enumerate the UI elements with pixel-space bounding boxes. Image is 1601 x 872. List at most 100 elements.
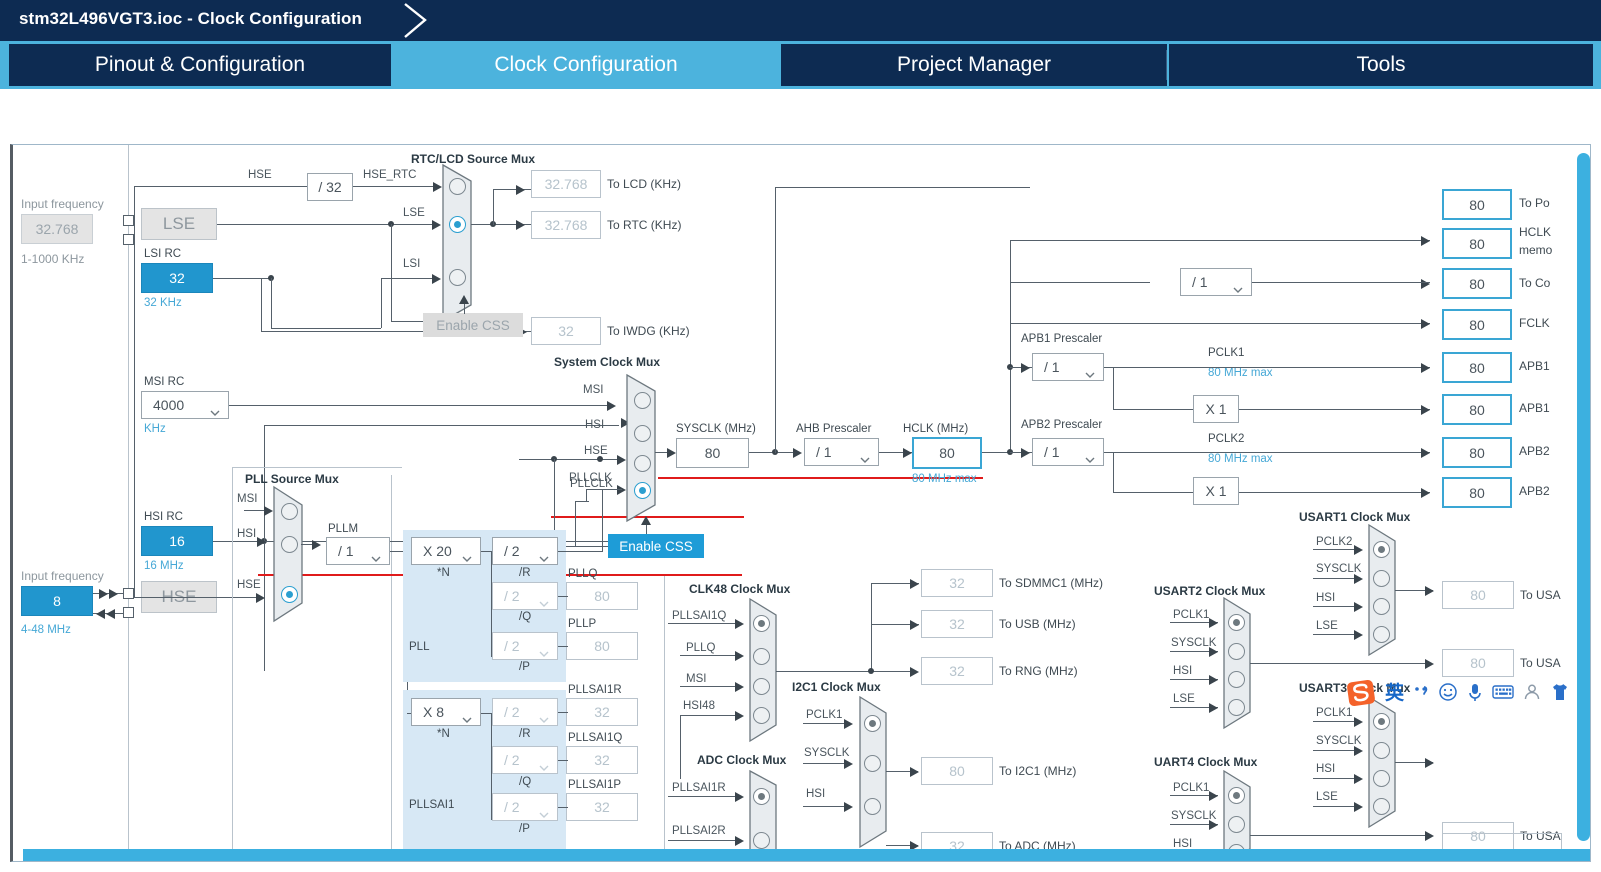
i2c1-option-hsi[interactable] bbox=[864, 798, 881, 815]
hse-input-frequency-field[interactable]: 8 bbox=[21, 586, 93, 616]
ahb-prescaler-select[interactable]: / 1 bbox=[804, 438, 879, 466]
usart3-option-sysclk[interactable] bbox=[1373, 742, 1390, 759]
horizontal-scrollbar-thumb[interactable] bbox=[23, 849, 1583, 861]
pllmux-option-msi[interactable] bbox=[281, 503, 298, 520]
arrow bbox=[1354, 716, 1363, 727]
pllm-select[interactable]: / 1 bbox=[326, 537, 390, 565]
sysmux-option-msi[interactable] bbox=[634, 392, 651, 409]
apb2-prescaler-select[interactable]: / 1 bbox=[1032, 438, 1104, 466]
sogou-logo-icon[interactable] bbox=[1345, 678, 1377, 708]
usart2-option-sysclk[interactable] bbox=[1228, 643, 1245, 660]
sysclk-field[interactable]: 80 bbox=[676, 438, 749, 468]
adc-option-pllsai1r[interactable] bbox=[753, 788, 770, 805]
pllsai1-q-select[interactable]: / 2 bbox=[492, 746, 558, 774]
smiley-icon[interactable] bbox=[1438, 682, 1458, 705]
i2c1-in-pclk1: PCLK1 bbox=[806, 709, 843, 721]
sysmux-in-msi: MSI bbox=[583, 384, 604, 396]
canvas-divider bbox=[664, 575, 665, 857]
pllsai1-n-select[interactable]: X 8 bbox=[411, 698, 481, 726]
microphone-icon[interactable] bbox=[1466, 682, 1484, 705]
tab-project-manager[interactable]: Project Manager bbox=[781, 44, 1167, 86]
ime-mode-indicator[interactable]: 英 bbox=[1385, 684, 1404, 703]
arrow bbox=[1425, 830, 1434, 841]
usart3-option-pclk1[interactable] bbox=[1373, 713, 1390, 730]
pll-n-value: X 20 bbox=[423, 543, 452, 559]
arrow bbox=[617, 454, 626, 465]
cortex-systick-divider[interactable]: / 1 bbox=[1180, 268, 1252, 296]
clk48-option-pllsai1q[interactable] bbox=[753, 615, 770, 632]
tab-pinout-configuration[interactable]: Pinout & Configuration bbox=[9, 44, 391, 86]
clk48-option-msi[interactable] bbox=[753, 678, 770, 695]
pll-q-select[interactable]: / 2 bbox=[492, 582, 558, 610]
i2c1-mux-title: I2C1 Clock Mux bbox=[792, 680, 881, 694]
usart2-option-lse[interactable] bbox=[1228, 699, 1245, 716]
sysmux-in-hsi: HSI bbox=[585, 419, 605, 431]
hclk-field[interactable]: 80 bbox=[912, 437, 982, 469]
rtc-lcd-mux-option-lse[interactable] bbox=[449, 216, 466, 233]
msi-rc-select[interactable]: 4000 bbox=[141, 391, 229, 419]
usart1-option-sysclk[interactable] bbox=[1373, 570, 1390, 587]
clock-tree-canvas[interactable]: Input frequency 32.768 1-1000 KHz LSE LS… bbox=[10, 144, 1591, 862]
pll-p-select[interactable]: / 2 bbox=[492, 632, 558, 660]
lsi-rc-field[interactable]: 32 bbox=[141, 263, 213, 293]
sogou-ime-toolbar[interactable]: 英 bbox=[1345, 676, 1601, 710]
lse-input-frequency-field[interactable]: 32.768 bbox=[21, 214, 93, 244]
hsi-rc-field[interactable]: 16 bbox=[141, 526, 213, 556]
adc-option-pllsai2r[interactable] bbox=[753, 832, 770, 849]
uart4-option-sysclk[interactable] bbox=[1228, 816, 1245, 833]
rtc-enable-css-button[interactable]: Enable CSS bbox=[423, 313, 523, 337]
pll-n-select[interactable]: X 20 bbox=[411, 537, 481, 565]
clk48-option-hsi48[interactable] bbox=[753, 707, 770, 724]
lsi-rc-unit: 32 KHz bbox=[144, 297, 182, 309]
vertical-scrollbar[interactable] bbox=[1577, 153, 1590, 841]
sysmux-option-hsi[interactable] bbox=[634, 425, 651, 442]
usart1-option-hsi[interactable] bbox=[1373, 598, 1390, 615]
wire bbox=[93, 593, 123, 595]
usart2-option-pclk1[interactable] bbox=[1228, 614, 1245, 631]
pllsai1p-out-label: PLLSAI1P bbox=[568, 779, 622, 791]
punctuation-icon[interactable] bbox=[1412, 683, 1430, 704]
wire bbox=[1113, 492, 1193, 494]
pclk1-label: PCLK1 bbox=[1208, 347, 1245, 359]
wire bbox=[668, 840, 740, 842]
i2c1-option-pclk1[interactable] bbox=[864, 715, 881, 732]
apb1-prescaler-select[interactable]: / 1 bbox=[1032, 353, 1104, 381]
account-icon[interactable] bbox=[1522, 682, 1542, 705]
pllmux-option-hsi[interactable] bbox=[281, 536, 298, 553]
lse-range-label: 1-1000 KHz bbox=[21, 252, 85, 266]
system-enable-css-button[interactable]: Enable CSS bbox=[608, 534, 704, 558]
tab-clock-configuration[interactable]: Clock Configuration bbox=[393, 41, 779, 89]
usart2-option-hsi[interactable] bbox=[1228, 671, 1245, 688]
usart1-option-pclk2[interactable] bbox=[1373, 541, 1390, 558]
usart3-option-hsi[interactable] bbox=[1373, 770, 1390, 787]
pll-r-select[interactable]: / 2 bbox=[492, 537, 558, 565]
keyboard-icon[interactable] bbox=[1492, 684, 1514, 703]
pllsai1-r-select[interactable]: / 2 bbox=[492, 698, 558, 726]
hse-input-frequency-label: Input frequency bbox=[21, 569, 104, 583]
tab-tools[interactable]: Tools bbox=[1169, 44, 1593, 86]
lse-source-block[interactable]: LSE bbox=[141, 208, 217, 240]
rtc-lcd-mux-option-lsi[interactable] bbox=[449, 269, 466, 286]
wire bbox=[776, 671, 914, 673]
i2c1-option-sysclk[interactable] bbox=[864, 755, 881, 772]
sysmux-option-hse[interactable] bbox=[634, 455, 651, 472]
horizontal-scrollbar[interactable] bbox=[23, 849, 1590, 861]
pllsai1r-out-value: 32 bbox=[566, 698, 638, 726]
clk48-mux-title: CLK48 Clock Mux bbox=[689, 582, 791, 596]
clk48-option-pllq[interactable] bbox=[753, 648, 770, 665]
pllmux-option-hse[interactable] bbox=[281, 586, 298, 603]
arrow bbox=[1021, 447, 1030, 458]
uart4-option-pclk1[interactable] bbox=[1228, 787, 1245, 804]
pllsai1-p-select[interactable]: / 2 bbox=[492, 793, 558, 821]
rtc-lcd-mux-option-hse-rtc[interactable] bbox=[449, 178, 466, 195]
hse-rtc-divider[interactable]: / 32 bbox=[307, 173, 353, 201]
usart1-option-lse[interactable] bbox=[1373, 626, 1390, 643]
tshirt-icon[interactable] bbox=[1550, 682, 1570, 705]
wire bbox=[1250, 835, 1430, 837]
pllsai1q-out-value: 32 bbox=[566, 746, 638, 774]
usart3-option-lse[interactable] bbox=[1373, 798, 1390, 815]
apb2-prescaler-value: / 1 bbox=[1044, 444, 1060, 460]
to-rng-value: 32 bbox=[921, 657, 993, 685]
to-usb-label: To USB (MHz) bbox=[999, 617, 1076, 631]
sysmux-option-pllclk[interactable] bbox=[634, 482, 651, 499]
